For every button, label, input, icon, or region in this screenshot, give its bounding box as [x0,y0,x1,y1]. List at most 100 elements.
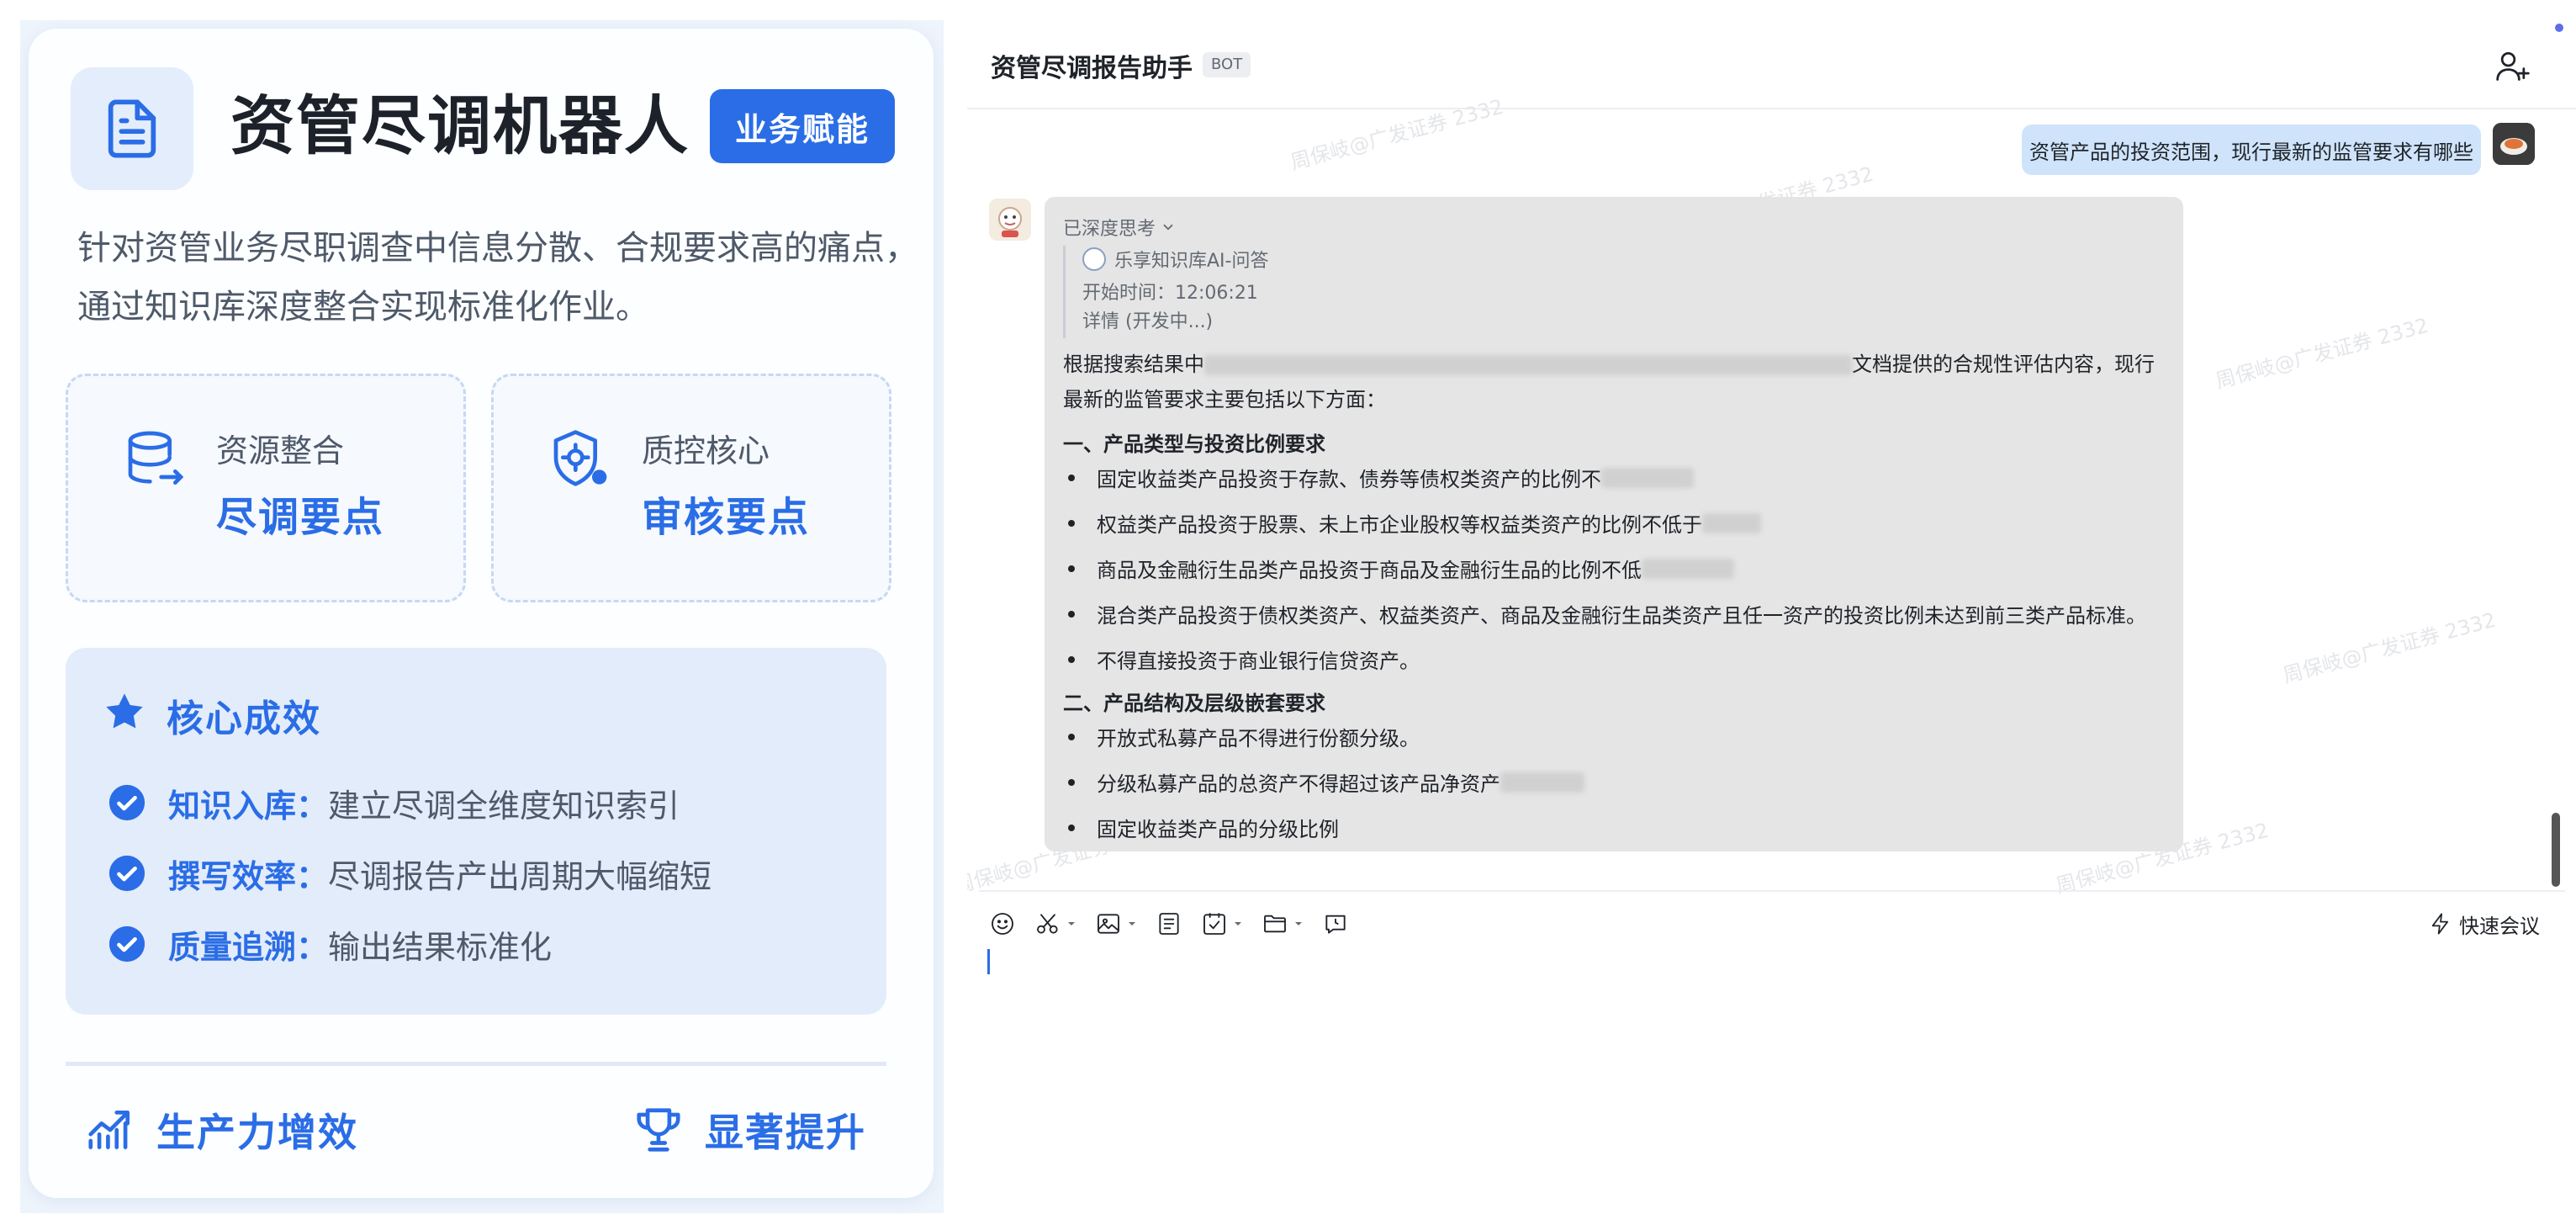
screenshot-button[interactable] [1034,910,1076,937]
composer-divider [979,890,2565,892]
bot-tag: BOT [1203,52,1251,77]
composer-toolbar [989,905,1367,942]
core-item-value: 尽调报告产出周期大幅缩短 [328,857,712,895]
core-item-key: 质量追溯： [168,928,329,966]
list-item: 开放式私募产品不得进行份额分级。 [1063,722,1420,751]
stat-label: 显著提升 [705,1110,866,1155]
thinking-details: 乐享知识库AI-问答 开始时间：12:06:21 详情 (开发中...) [1063,246,1568,338]
scrollbar[interactable] [2552,813,2560,887]
list-item-text: 固定收益类产品投资于存款、债券等债权类资产的比例不 [1097,468,1601,491]
bot-message: 已深度思考 乐享知识库AI-问答 开始时间：12:06:21 详情 (开发中..… [1045,197,2183,851]
notification-dot [2555,24,2563,32]
promo-description: 针对资管业务尽职调查中信息分散、合规要求高的痛点，通过知识库深度整合实现标准化作… [77,229,918,326]
list-item: 固定收益类产品的分级比例 [1063,813,1339,842]
quick-meeting-label: 快速会议 [2459,914,2540,938]
list-item-text: 权益类产品投资于股票、未上市企业股权等权益类资产的比例不低于 [1097,513,1702,537]
knowledge-base-icon [1082,247,1106,271]
section-title: 一、产品类型与投资比例要求 [1063,432,1325,456]
feature-label: 质控核心 [642,432,770,469]
section-title: 二、产品结构及层级嵌套要求 [1063,692,1325,715]
core-title: 核心成效 [167,697,321,740]
checkbox-icon [1203,913,1225,935]
redacted-text [1500,772,1584,793]
answer-intro: 根据搜索结果中 文档提供的合规性评估内容，现行最新的监管要求主要包括以下方面： [1063,347,2173,417]
list-item: 混合类产品投资于债权类资产、权益类资产、商品及金融衍生品类资产且任一资产的投资比… [1063,599,2146,628]
divider [66,1062,886,1066]
bot-avatar[interactable] [989,199,1031,241]
redacted-text [1601,467,1694,488]
gear-shield-icon [553,430,607,486]
chevron-down-icon [1163,224,1173,231]
redacted-text [1642,558,1734,579]
message-input-cursor[interactable] [987,949,990,974]
intro-text: 根据搜索结果中 [1063,353,1204,376]
watermark: 周保岐@广发证券 2332 [2280,607,2499,688]
core-item: 质量追溯： 输出结果标准化 [108,920,552,968]
check-circle-icon [108,784,145,821]
avatar-food-icon [2493,123,2535,165]
feature-card-quality: 质控核心 审核要点 [491,374,891,602]
watermark: 周保岐@广发证券 2332 [2213,313,2431,394]
emoji-button[interactable] [989,910,1016,937]
redacted-text [1702,512,1761,533]
list-item-text: 不得直接投资于商业银行信贷资产。 [1097,650,1420,673]
core-item: 知识入库： 建立尽调全维度知识索引 [108,779,680,826]
caret-down-icon [1068,922,1075,925]
chat-clock-icon [1325,915,1346,934]
doc-button[interactable] [1156,910,1182,937]
list-item-text: 商品及金融衍生品类产品投资于商品及金融衍生品的比例不低 [1097,559,1642,582]
core-item-key: 知识入库： [168,787,329,825]
lightning-icon [2431,913,2449,935]
image-button[interactable] [1095,910,1137,937]
add-member-icon[interactable] [2494,47,2531,84]
folder-icon [1264,915,1286,933]
user-message[interactable]: 资管产品的投资范围，现行最新的监管要求有哪些 [2022,125,2481,175]
document-logo [71,67,193,190]
doc-icon [1159,913,1179,935]
detail-link[interactable]: 详情 (开发中...) [1082,306,1213,333]
thinking-label: 已深度思考 [1063,219,1156,240]
start-time: 开始时间：12:06:21 [1082,283,1258,304]
user-avatar[interactable] [2493,123,2535,165]
core-item-key: 撰写效率： [168,857,329,895]
list-item-text: 固定收益类产品的分级比例 [1097,818,1339,841]
list-item: 不得直接投资于商业银行信贷资产。 [1063,644,1420,674]
check-circle-icon [108,925,145,962]
kb-source: 乐享知识库AI-问答 [1082,246,1268,273]
document-icon [108,99,156,158]
scissors-icon [1037,914,1058,934]
stat-improvement: 显著提升 [632,1092,866,1168]
chat-window: 资管尽调报告助手 BOT 周保岐@广发证券 2332 周保岐@广发证券 2332… [967,0,2576,1225]
core-item-value: 输出结果标准化 [328,928,553,966]
stat-label: 生产力增效 [156,1110,358,1155]
folder-button[interactable] [1262,910,1304,937]
trophy-icon [637,1108,680,1152]
list-item: 商品及金融衍生品类产品投资于商品及金融衍生品的比例不低 [1063,554,1734,583]
chat-header: 资管尽调报告助手 BOT [967,0,2576,109]
kb-name: 乐享知识库AI-问答 [1114,251,1269,272]
feature-card-resources: 资源整合 尽调要点 [66,374,466,602]
feature-value: 尽调要点 [216,494,385,541]
image-icon [1098,914,1119,934]
caret-down-icon [1235,922,1241,925]
task-button[interactable] [1201,910,1243,937]
promo-title: 资管尽调机器人 [230,88,690,163]
quick-meeting-button[interactable]: 快速会议 [2429,905,2540,942]
list-item-text: 开放式私募产品不得进行份额分级。 [1097,727,1420,750]
core-item-value: 建立尽调全维度知识索引 [328,787,680,825]
caret-down-icon [1129,922,1135,925]
emoji-icon [992,913,1013,935]
business-badge-button[interactable]: 业务赋能 [710,89,895,163]
redacted-text [1204,355,1852,375]
chart-trend-icon [88,1111,130,1149]
core-item: 撰写效率： 尽调报告产出周期大幅缩短 [108,850,711,897]
list-item-text: 分级私募产品的总资产不得超过该产品净资产 [1097,772,1500,796]
schedule-button[interactable] [1322,910,1349,937]
caret-down-icon [1295,922,1302,925]
database-icon [128,431,184,485]
star-icon [106,693,143,729]
list-item-text: 混合类产品投资于债权类资产、权益类资产、商品及金融衍生品类资产且任一资产的投资比… [1097,604,2146,628]
thinking-toggle[interactable]: 已深度思考 [1063,214,1176,241]
list-item: 固定收益类产品投资于存款、债券等债权类资产的比例不 [1063,463,1694,492]
chat-title[interactable]: 资管尽调报告助手 [991,47,1193,84]
